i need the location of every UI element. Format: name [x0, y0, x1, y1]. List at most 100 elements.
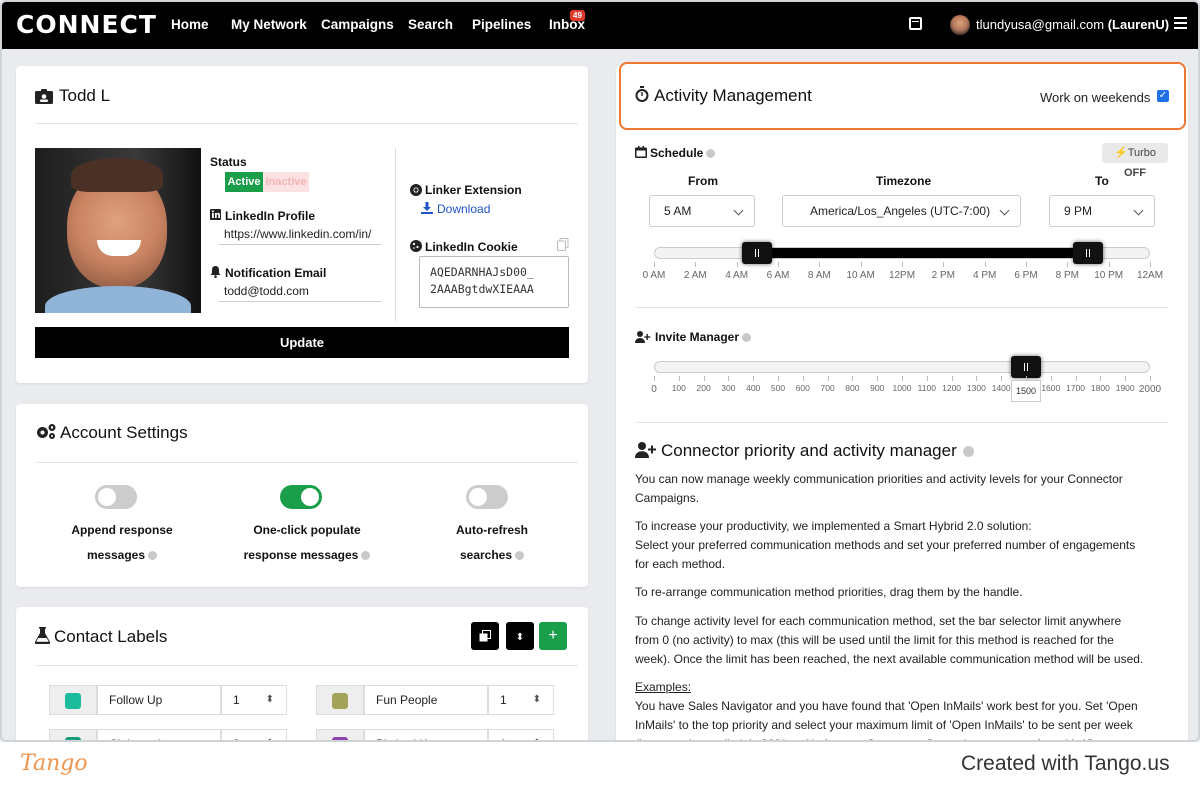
label-color-swatch[interactable] [49, 685, 97, 715]
schedule-tick-label: 12AM [1136, 270, 1164, 281]
nav-pipelines[interactable]: Pipelines [472, 17, 531, 32]
invite-tick-mark [852, 376, 854, 381]
nav-search[interactable]: Search [408, 17, 453, 32]
label-count-stepper[interactable]: 1 [488, 685, 554, 715]
connector-title: Connector priority and activity manager [661, 441, 974, 461]
add-label-button[interactable]: + [539, 622, 567, 650]
timezone-select[interactable]: America/Los_Angeles (UTC-7:00) [782, 195, 1021, 227]
status-active-button[interactable]: Active [225, 172, 263, 192]
user-plus-icon [635, 442, 656, 458]
timezone-label: Timezone [876, 174, 932, 188]
to-select[interactable]: 9 PM [1049, 195, 1155, 227]
from-select[interactable]: 5 AM [649, 195, 755, 227]
user-plus-icon [635, 331, 651, 343]
schedule-tick-label: 8 AM [807, 270, 831, 281]
one-click-populate-label: One-click populate response messages [223, 518, 391, 568]
schedule-tick-mark [736, 262, 738, 267]
invite-tick-mark [1075, 376, 1077, 381]
label-color-swatch[interactable] [316, 685, 364, 715]
invite-tick-mark [951, 376, 953, 381]
label-row-clubs: Clubs wait 3 [49, 729, 287, 740]
lightning-icon: ⚡ [1113, 147, 1128, 159]
sort-labels-button[interactable]: ⬍ [506, 622, 534, 650]
label-count-stepper[interactable]: 1 [488, 729, 554, 740]
cookie-line-1: AQEDARNHAJsD00_ [430, 265, 534, 279]
help-icon[interactable] [361, 551, 371, 561]
schedule-slider[interactable]: 0 AM 2 AM 4 AM 6 AM 8 AM 10 AM 12PM 2 PM 4 PM 6 P… [635, 238, 1175, 284]
user-avatar[interactable] [950, 15, 970, 35]
label-name-input[interactable]: Follow Up [97, 685, 221, 715]
schedule-tick-mark [819, 262, 821, 267]
schedule-tick-label: 10 PM [1094, 270, 1124, 281]
work-on-weekends-checkbox[interactable]: ✓ [1157, 90, 1169, 102]
append-response-label: Append response messages [71, 523, 173, 562]
schedule-tick-mark [984, 262, 986, 267]
invite-slider[interactable]: 0 100 200 300 400 500 600 700 800 900 1000 1100 1200… [635, 356, 1175, 406]
label-row-pitched: Pitched K 1 [316, 729, 554, 740]
download-icon [421, 202, 433, 214]
label-color [65, 693, 81, 709]
one-click-populate-toggle[interactable] [280, 485, 322, 509]
user-account[interactable]: tlundyusa@gmail.com (LaurenU) [976, 17, 1169, 32]
nav-campaigns[interactable]: Campaigns [321, 17, 394, 32]
linkedin-profile-label: LinkedIn Profile [225, 209, 316, 223]
copy-labels-button[interactable] [471, 622, 499, 650]
copy-icon[interactable] [557, 238, 569, 251]
help-icon[interactable] [148, 551, 158, 561]
chrome-icon [410, 184, 422, 196]
app-logo[interactable]: CONNECT [16, 10, 157, 39]
calendar-icon[interactable] [909, 17, 922, 30]
help-icon[interactable] [706, 149, 716, 159]
nav-home[interactable]: Home [171, 17, 209, 32]
linker-extension-label: Linker Extension [425, 183, 522, 197]
invite-tick-mark [976, 376, 978, 381]
invite-tick-mark [1125, 376, 1127, 381]
label-count-stepper[interactable]: 3 [221, 729, 287, 740]
schedule-tick-label: 0 AM [642, 270, 666, 281]
inbox-count-badge: 49 [570, 10, 585, 21]
invite-tick-mark [753, 376, 755, 381]
help-icon[interactable] [742, 333, 752, 343]
tango-footer: Tango Created with Tango.us [0, 742, 1200, 788]
label-name-input[interactable]: Pitched K [364, 729, 488, 740]
profile-name: Todd L [59, 86, 111, 105]
nav-my-network[interactable]: My Network [231, 17, 307, 32]
download-link[interactable]: Download [437, 202, 490, 216]
label-name-input[interactable]: Fun People [364, 685, 488, 715]
invite-tick-mark [678, 376, 680, 381]
activity-management-title: Activity Management [654, 86, 812, 105]
invite-manager-label: Invite Manager [655, 330, 752, 344]
append-response-toggle[interactable] [95, 485, 137, 509]
help-icon[interactable] [962, 446, 974, 458]
label-color-swatch[interactable] [49, 729, 97, 740]
turbo-button[interactable]: ⚡Turbo OFF [1102, 143, 1168, 179]
connector-paragraph-4: To change activity level for each commun… [635, 614, 1144, 666]
linkedin-cookie-label: LinkedIn Cookie [425, 240, 518, 254]
schedule-tick-label: 12PM [888, 270, 916, 281]
gears-icon [37, 424, 56, 439]
invite-tick-mark [1050, 376, 1052, 381]
invite-tick-mark [902, 376, 903, 381]
schedule-to-handle[interactable] [1073, 242, 1103, 264]
schedule-from-handle[interactable] [742, 242, 773, 264]
linkedin-cookie-textarea[interactable]: AQEDARNHAJsD00_ 2AAABgtdwXIEAAA [419, 256, 569, 308]
status-label: Status [210, 155, 247, 169]
schedule-label: Schedule [650, 146, 716, 160]
auto-refresh-toggle[interactable] [466, 485, 508, 509]
update-button[interactable]: Update [35, 327, 569, 358]
account-settings-card: Account Settings Append response message… [16, 404, 588, 587]
schedule-tick-label: 6 AM [766, 270, 790, 281]
label-name-input[interactable]: Clubs wait [97, 729, 221, 740]
invite-tick-mark [703, 376, 705, 381]
hamburger-icon[interactable] [1174, 17, 1187, 29]
notification-email-input[interactable]: todd@todd.com [219, 282, 381, 302]
linkedin-profile-input[interactable]: https://www.linkedin.com/in/ [219, 225, 381, 245]
schedule-tick-label: 4 AM [725, 270, 749, 281]
help-icon[interactable] [515, 551, 525, 561]
status-inactive-button[interactable]: Inactive [263, 172, 309, 192]
label-color-swatch[interactable] [316, 729, 364, 740]
invite-handle[interactable] [1011, 356, 1041, 378]
notification-email-label: Notification Email [225, 266, 327, 280]
connector-paragraph-1: You can now manage weekly communication … [635, 472, 1123, 505]
label-count-stepper[interactable]: 1 [221, 685, 287, 715]
